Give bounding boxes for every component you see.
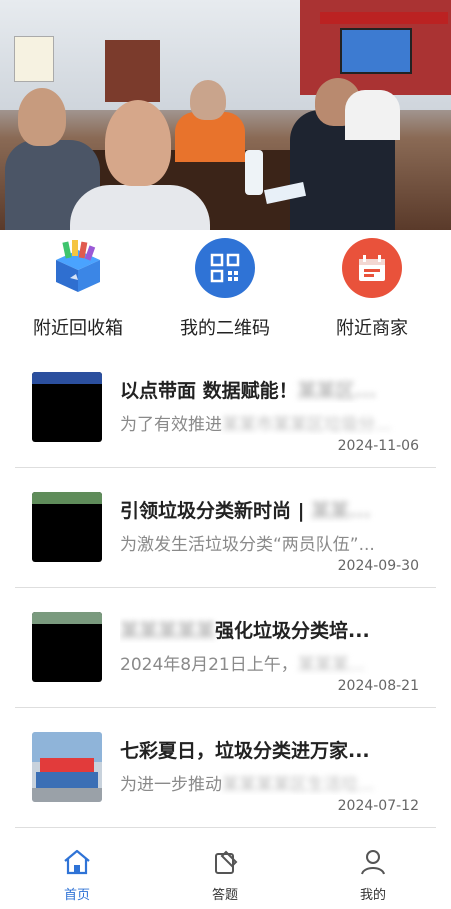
hero-poster (14, 36, 54, 82)
quick-action-nearby-recycle-box[interactable]: 附近回收箱 (3, 230, 153, 350)
news-thumbnail-top (32, 492, 102, 504)
hero-person-head (18, 88, 66, 146)
news-thumbnail-top (32, 372, 102, 384)
news-thumbnail-banner (40, 758, 94, 772)
hero-person (70, 185, 210, 230)
tab-home[interactable]: 首页 (2, 848, 152, 903)
quick-action-my-qr-code[interactable]: 我的二维码 (150, 230, 300, 350)
tab-label: 我的 (359, 888, 386, 903)
news-thumbnail-crowd (36, 772, 98, 788)
news-item[interactable]: 七彩夏日，垃圾分类进万家... 为进一步推动某某某某区生活垃... 2024-0… (0, 732, 451, 850)
quiz-icon (210, 850, 240, 880)
tab-label: 答题 (211, 888, 238, 903)
home-icon (62, 849, 92, 880)
tab-profile[interactable]: 我的 (298, 848, 448, 903)
hero-person-head (105, 100, 171, 186)
tab-label: 首页 (63, 888, 90, 903)
quick-action-nearby-shops[interactable]: 附近商家 (297, 230, 447, 350)
divider (15, 467, 436, 468)
news-summary: 为激发生活垃圾分类“两员队伍”... (120, 535, 375, 555)
tab-quiz[interactable]: 答题 (150, 848, 300, 903)
quick-action-label: 附近回收箱 (33, 318, 123, 339)
quick-action-label: 附近商家 (336, 318, 408, 339)
news-title: 某某某某某强化垃圾分类培... (120, 620, 370, 642)
news-thumbnail-ground (32, 788, 102, 802)
news-thumbnail (32, 492, 102, 562)
quick-action-label: 我的二维码 (180, 318, 270, 339)
hero-banner[interactable] (0, 0, 451, 230)
recycle-box-icon (48, 238, 108, 298)
news-summary: 为进一步推动某某某某区生活垃... (120, 775, 375, 795)
news-title: 引领垃圾分类新时尚 | 某某... (120, 500, 371, 522)
news-date: 2024-07-12 (337, 798, 419, 814)
news-date: 2024-08-21 (337, 678, 419, 694)
hero-door (105, 40, 160, 102)
divider (15, 827, 436, 828)
news-date: 2024-11-06 (337, 438, 419, 454)
news-thumbnail (32, 612, 102, 682)
hero-water-bottle (245, 150, 263, 195)
news-item[interactable]: 以点带面 数据赋能！某某区... 为了有效推进某某市某某区垃圾分... 2024… (0, 372, 451, 490)
quick-actions: 附近回收箱 我的二维码 附近商家 (0, 230, 451, 350)
news-title: 以点带面 数据赋能！某某区... (120, 380, 377, 402)
news-thumbnail-top (32, 612, 102, 624)
divider (15, 707, 436, 708)
qr-code-icon (195, 238, 255, 298)
hero-person (345, 90, 400, 140)
divider (15, 587, 436, 588)
news-item[interactable]: 引领垃圾分类新时尚 | 某某... 为激发生活垃圾分类“两员队伍”... 202… (0, 492, 451, 610)
hero-backdrop-strip (320, 12, 448, 24)
hero-projector-screen (340, 28, 412, 74)
news-title: 七彩夏日，垃圾分类进万家... (120, 740, 370, 762)
news-date: 2024-09-30 (337, 558, 419, 574)
news-item[interactable]: 某某某某某强化垃圾分类培... 2024年8月21日上午，某某某... 2024… (0, 612, 451, 730)
news-thumbnail (32, 732, 102, 802)
shop-icon (342, 238, 402, 298)
news-summary: 为了有效推进某某市某某区垃圾分... (120, 415, 392, 435)
bottom-tab-bar: 首页 答题 我的 (0, 838, 451, 909)
hero-person-head (190, 80, 226, 120)
user-icon (358, 850, 388, 880)
news-thumbnail (32, 372, 102, 442)
news-summary: 2024年8月21日上午，某某某... (120, 655, 365, 675)
